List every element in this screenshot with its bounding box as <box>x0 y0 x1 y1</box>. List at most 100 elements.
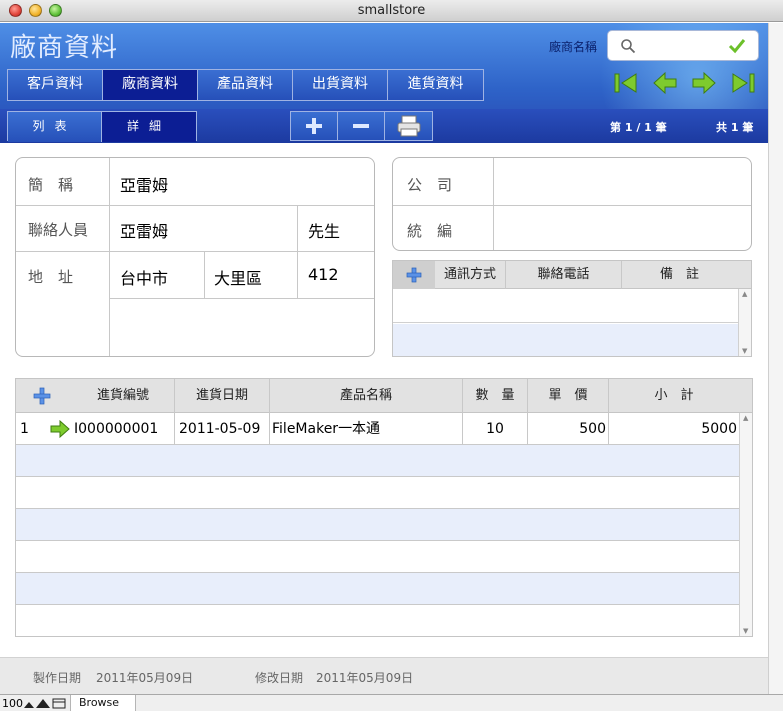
portal-row[interactable] <box>393 324 739 356</box>
divider <box>174 413 175 445</box>
column-header-date: 進貨日期 <box>195 388 248 403</box>
zoom-controls-icon[interactable] <box>23 698 67 709</box>
short-name-label: 簡 稱 <box>28 176 74 194</box>
portal-scrollbar[interactable]: ▲ ▼ <box>738 289 751 356</box>
column-header-subtotal: 小 計 <box>654 388 694 403</box>
zip-field[interactable]: 412 <box>308 265 339 284</box>
modified-date-value: 2011年05月09日 <box>316 671 414 685</box>
contact-name-field[interactable]: 亞雷姆 <box>120 218 168 242</box>
portal-scrollbar[interactable]: ▲ ▼ <box>739 413 752 636</box>
contact-title-field[interactable]: 先生 <box>308 218 340 242</box>
column-header-quantity: 數 量 <box>475 388 515 403</box>
tab-detail-view[interactable]: 詳細 <box>102 112 196 142</box>
column-header-product: 產品名稱 <box>339 388 392 403</box>
portal-header: 通訊方式 聯絡電話 備 註 <box>393 261 751 289</box>
contact-methods-portal: 通訊方式 聯絡電話 備 註 ▲ ▼ <box>392 260 752 357</box>
first-record-icon[interactable] <box>612 69 640 97</box>
city-field[interactable]: 台中市 <box>120 265 168 289</box>
tab-products[interactable]: 產品資料 <box>198 70 293 100</box>
layout-footer: 製作日期 2011年05月09日 修改日期 2011年05月09日 <box>0 657 768 694</box>
new-record-button[interactable] <box>291 112 338 140</box>
tab-list-view[interactable]: 列表 <box>8 112 102 142</box>
tab-shipments[interactable]: 出貨資料 <box>293 70 388 100</box>
company-label: 公 司 <box>407 176 453 194</box>
view-mode-tabs: 列表 詳細 <box>7 111 197 142</box>
add-contact-button[interactable] <box>393 261 435 289</box>
subtotal-cell[interactable]: 5000 <box>609 413 737 445</box>
quantity-cell[interactable]: 10 <box>463 413 527 445</box>
go-to-record-arrow-icon[interactable] <box>50 420 70 438</box>
plus-icon <box>33 387 51 405</box>
table-row[interactable] <box>16 573 740 605</box>
table-row[interactable] <box>16 477 740 509</box>
scroll-down-icon[interactable]: ▼ <box>742 347 747 355</box>
next-record-icon[interactable] <box>690 69 718 97</box>
address-label: 地 址 <box>28 268 74 286</box>
unit-price-cell[interactable]: 500 <box>528 413 606 445</box>
module-tabs: 客戶資料 廠商資料 產品資料 出貨資料 進貨資料 <box>7 69 484 101</box>
table-row[interactable] <box>16 445 740 477</box>
divider <box>269 413 270 445</box>
scroll-up-icon[interactable]: ▲ <box>742 290 747 298</box>
zoom-level[interactable]: 100 <box>2 697 23 710</box>
tab-purchases[interactable]: 進貨資料 <box>388 70 483 100</box>
vendor-search-input[interactable] <box>607 30 759 61</box>
column-header-order-no: 進貨編號 <box>96 388 149 403</box>
divider <box>297 205 298 298</box>
tab-vendors[interactable]: 廠商資料 <box>103 70 198 100</box>
row-index: 1 <box>20 421 29 437</box>
modified-date-label: 修改日期 <box>255 671 304 685</box>
portal-row[interactable] <box>393 290 739 323</box>
window-title: smallstore <box>357 3 426 18</box>
portal-header: 進貨編號 進貨日期 產品名稱 數 量 單 價 小 計 <box>16 379 752 413</box>
record-actions <box>290 111 433 141</box>
divider <box>393 205 751 206</box>
window-title-bar: smallstore <box>0 0 783 22</box>
search-label: 廠商名稱 <box>549 40 598 54</box>
short-name-field[interactable]: 亞雷姆 <box>120 172 168 196</box>
plus-icon <box>306 118 322 134</box>
window-scrollbar[interactable] <box>768 23 783 694</box>
search-icon <box>621 39 636 54</box>
order-date-cell[interactable]: 2011-05-09 <box>179 413 260 445</box>
table-row[interactable] <box>16 509 740 541</box>
contact-label: 聯絡人員 <box>28 221 89 239</box>
status-bar: 100 Browse <box>0 694 783 711</box>
column-header-notes: 備 註 <box>659 267 699 282</box>
plus-icon <box>406 267 422 283</box>
previous-record-icon[interactable] <box>651 69 679 97</box>
page-title: 廠商資料 <box>10 33 119 63</box>
company-info-panel: 公 司 統 編 <box>392 157 752 251</box>
delete-record-button[interactable] <box>338 112 385 140</box>
record-total: 共 1 筆 <box>716 121 754 134</box>
add-order-button[interactable] <box>16 379 72 413</box>
purchase-orders-portal: 進貨編號 進貨日期 產品名稱 數 量 單 價 小 計 1 I000000001 … <box>15 378 753 637</box>
table-row[interactable] <box>16 541 740 573</box>
last-record-icon[interactable] <box>729 69 757 97</box>
tax-id-label: 統 編 <box>407 222 453 240</box>
divider <box>16 251 374 252</box>
table-row[interactable] <box>16 605 740 637</box>
district-field[interactable]: 大里區 <box>214 265 262 289</box>
column-header-unit-price: 單 價 <box>548 388 588 403</box>
table-row[interactable]: 1 I000000001 2011-05-09 FileMaker一本通 10 … <box>16 413 740 445</box>
column-header-phone: 聯絡電話 <box>537 267 590 282</box>
scroll-down-icon[interactable]: ▼ <box>743 627 748 635</box>
confirm-search-icon[interactable] <box>728 37 746 55</box>
printer-icon <box>397 115 420 137</box>
print-button[interactable] <box>385 112 432 140</box>
mode-indicator[interactable]: Browse <box>70 695 136 711</box>
product-name-cell[interactable]: FileMaker一本通 <box>272 413 380 445</box>
tab-customers[interactable]: 客戶資料 <box>8 70 103 100</box>
order-number-cell[interactable]: I000000001 <box>74 413 158 445</box>
column-header-contact-type: 通訊方式 <box>443 267 496 282</box>
address-detail-field[interactable] <box>110 299 374 356</box>
created-date-value: 2011年05月09日 <box>96 671 194 685</box>
record-position: 第 1 / 1 筆 <box>610 121 667 134</box>
scroll-up-icon[interactable]: ▲ <box>743 414 748 422</box>
record-toolbar: 列表 詳細 第 1 / 1 筆 共 1 筆 <box>0 109 768 143</box>
divider <box>16 205 374 206</box>
divider <box>204 251 205 298</box>
minus-icon <box>353 124 369 128</box>
created-date-label: 製作日期 <box>33 671 82 685</box>
